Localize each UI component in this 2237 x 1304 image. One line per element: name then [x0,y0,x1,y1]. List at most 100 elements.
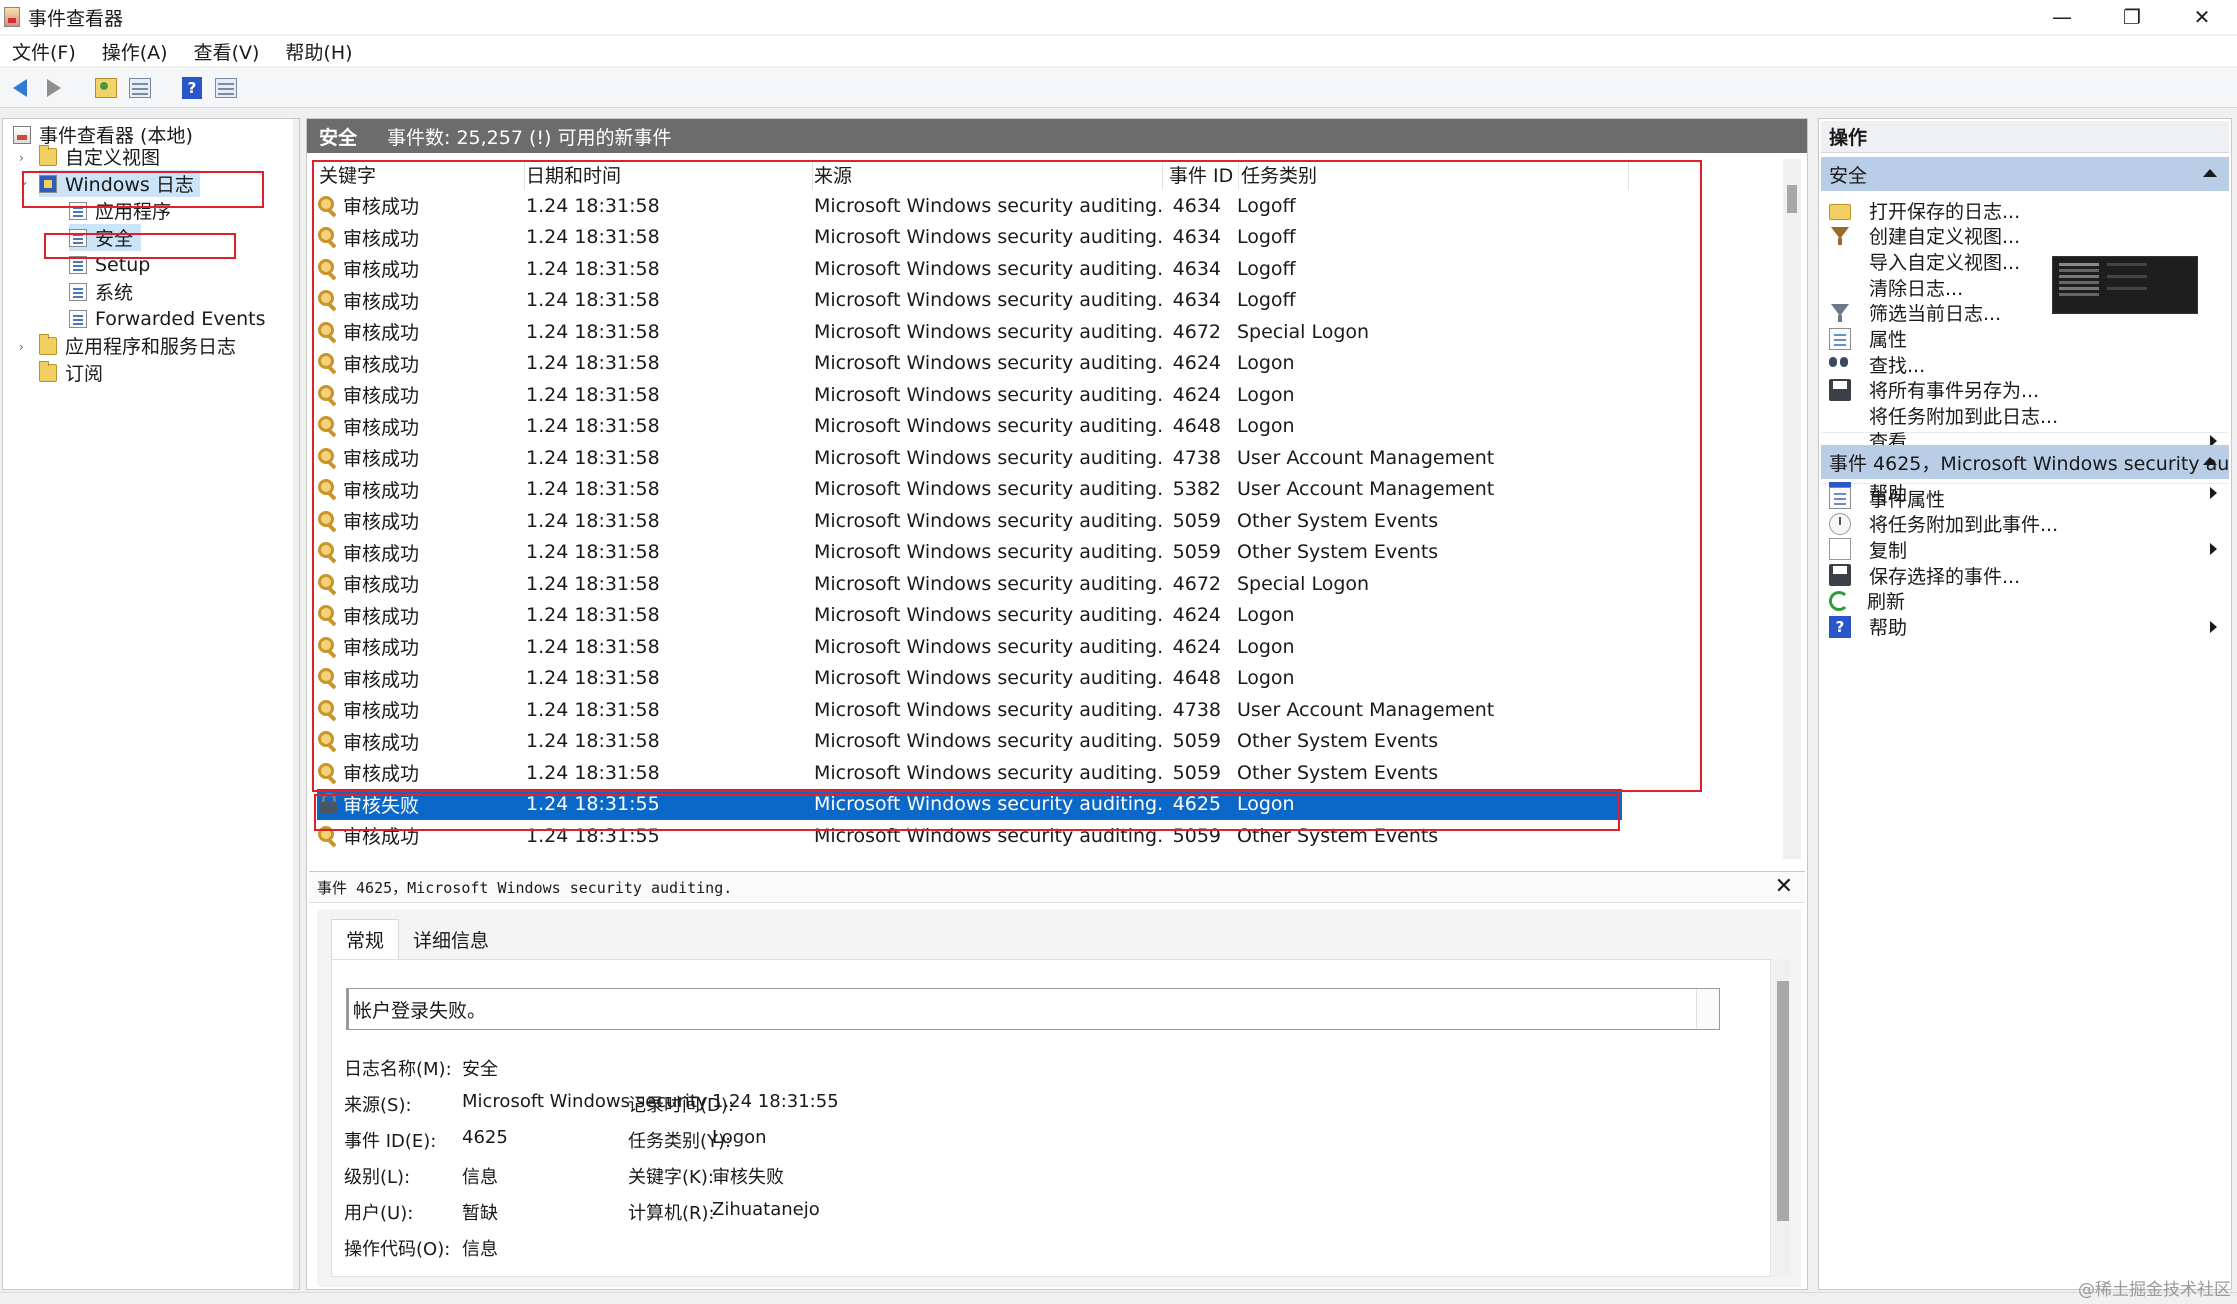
table-row[interactable]: 审核成功 1.24 18:31:58 Microsoft Windows secur… [317,663,1622,695]
table-row[interactable]: 审核成功 1.24 18:31:58 Microsoft Windows secur… [317,505,1622,537]
task-category-cell: User Account Management [1237,478,1495,501]
datetime-cell: 1.24 18:31:58 [526,352,660,375]
table-row[interactable]: 审核成功 1.24 18:31:58 Microsoft Windows secur… [317,631,1622,663]
table-row[interactable]: 审核成功 1.24 18:31:58 Microsoft Windows secur… [317,190,1622,222]
table-row[interactable]: 审核成功 1.24 18:31:58 Microsoft Windows secur… [317,285,1622,317]
keyword-text: 审核成功 [343,416,420,439]
show-hide-tree-button[interactable] [126,74,154,102]
preview-thumbnail [2052,256,2198,314]
up-folder-button[interactable] [92,74,120,102]
table-row[interactable]: 审核成功 1.24 18:31:55 Microsoft Windows secur… [317,820,1622,852]
tree-item-security[interactable]: 安全 [69,224,142,251]
expander-expanded-icon[interactable]: ⌄ [19,174,29,188]
watermark-text: @稀土掘金技术社区 [2078,1280,2231,1300]
table-row[interactable]: 审核成功 1.24 18:31:58 Microsoft Windows secur… [317,726,1622,758]
event-id-cell: 4624 [1172,383,1221,406]
column-header-datetime[interactable]: 日期和时间 [525,159,813,190]
actions-section-event[interactable]: 事件 4625，Microsoft Windows security au... [1821,445,2229,479]
column-header-keyword[interactable]: 关键字 [319,159,525,190]
minimize-button[interactable]: — [2027,0,2097,34]
task-category-cell: Logon [1237,415,1295,438]
scrollbar-thumb[interactable] [1777,981,1789,1221]
menu-view[interactable]: 查看(V) [194,38,260,65]
audit-success-key-icon [317,667,339,689]
task-category-cell: Logon [1237,667,1295,690]
tree-scrollbar[interactable] [293,119,299,1289]
show-action-pane-button[interactable] [212,74,240,102]
table-row[interactable]: 审核成功 1.24 18:31:58 Microsoft Windows secur… [317,253,1622,285]
table-row[interactable]: 审核成功 1.24 18:31:58 Microsoft Windows secur… [317,316,1622,348]
column-header-source[interactable]: 来源 [813,159,1163,190]
expander-collapsed-icon[interactable]: › [19,340,24,354]
table-row[interactable]: 审核成功 1.24 18:31:58 Microsoft Windows secur… [317,600,1622,632]
keyword-cell: 审核成功 [317,444,523,471]
log-summary-bar: 安全 事件数: 25,257 (!) 可用的新事件 [307,119,1807,153]
menu-help[interactable]: 帮助(H) [285,38,352,65]
audit-success-key-icon [317,195,339,217]
table-row[interactable]: 审核成功 1.24 18:31:58 Microsoft Windows secur… [317,757,1622,789]
close-detail-icon[interactable]: ✕ [1775,874,1793,899]
scrollbar-thumb[interactable] [1787,185,1797,213]
table-row[interactable]: 审核成功 1.24 18:31:58 Microsoft Windows secur… [317,474,1622,506]
detail-scrollbar[interactable] [1773,959,1791,1277]
table-row[interactable]: 审核成功 1.24 18:31:58 Microsoft Windows secur… [317,222,1622,254]
tree-item-forwarded-events[interactable]: Forwarded Events [69,305,266,332]
toolbar: ? [0,68,2237,108]
blank-icon [1829,276,1851,298]
column-header-event-id[interactable]: 事件 ID [1163,159,1239,190]
table-row[interactable]: 审核成功 1.24 18:31:58 Microsoft Windows secur… [317,348,1622,380]
menu-file[interactable]: 文件(F) [12,38,76,65]
collapse-section-icon[interactable] [2203,169,2217,177]
tree-item-label: 应用程序和服务日志 [65,336,237,358]
event-id-cell: 4738 [1172,698,1221,721]
table-row[interactable]: 审核成功 1.24 18:31:58 Microsoft Windows secur… [317,442,1622,474]
event-id-cell: 4672 [1172,572,1221,595]
tree-item-windows-logs[interactable]: Windows 日志 [39,170,200,197]
table-row[interactable]: 审核成功 1.24 18:31:58 Microsoft Windows secur… [317,411,1622,443]
tree-item-app-service-logs[interactable]: 应用程序和服务日志 [39,332,236,359]
toolbar-help-button[interactable]: ? [178,74,206,102]
table-row[interactable]: 审核成功 1.24 18:31:58 Microsoft Windows secur… [317,537,1622,569]
event-list-scrollbar[interactable] [1783,159,1801,859]
action-item-帮助[interactable]: ? 帮助 [1821,610,2229,644]
tab-general[interactable]: 常规 [331,919,400,959]
actions-section-security[interactable]: 安全 [1821,157,2229,191]
keyword-text: 审核成功 [343,322,420,345]
datetime-cell: 1.24 18:31:58 [526,572,660,595]
table-row[interactable]: 审核成功 1.24 18:31:58 Microsoft Windows secur… [317,568,1622,600]
source-cell: Microsoft Windows security auditing. [814,604,1164,627]
table-row[interactable]: 审核成功 1.24 18:31:58 Microsoft Windows secur… [317,379,1622,411]
event-detail-body: 常规 详细信息 帐户登录失败。 日志名称(M): 安全 来源(S): Micro… [317,909,1801,1287]
table-row[interactable]: 审核成功 1.24 18:31:58 Microsoft Windows secur… [317,694,1622,726]
tree-item-subscriptions[interactable]: 订阅 [39,359,103,386]
event-grid: 关键字 日期和时间 来源 事件 ID 任务类别 审核成功 1.24 18:31:5… [311,159,1781,859]
event-description[interactable]: 帐户登录失败。 [346,988,1720,1030]
tree-item-application[interactable]: 应用程序 [69,197,171,224]
keyword-cell: 审核成功 [317,507,523,534]
restore-button[interactable]: ❐ [2097,0,2167,34]
tree-item-system[interactable]: 系统 [69,278,133,305]
datetime-cell: 1.24 18:31:58 [526,698,660,721]
keyword-text: 审核成功 [343,448,420,471]
audit-success-key-icon [317,510,339,532]
event-viewer-icon [13,125,31,144]
event-id-cell: 4648 [1172,667,1221,690]
menu-action[interactable]: 操作(A) [102,38,168,65]
computer-value: Zihuatanejo [712,1199,820,1220]
expander-collapsed-icon[interactable]: › [19,151,24,165]
audit-success-key-icon [317,352,339,374]
close-button[interactable]: ✕ [2167,0,2237,34]
folder-icon [39,360,57,382]
tree-item-custom-views[interactable]: 自定义视图 [39,143,160,170]
tree-item-label: 安全 [95,228,134,250]
keyword-text: 审核成功 [343,731,420,754]
column-header-task-category[interactable]: 任务类别 [1239,159,1629,190]
collapse-section-icon[interactable] [2203,457,2217,465]
table-row-selected[interactable]: 审核失败 1.24 18:31:55 Microsoft Windows secur… [317,788,1622,820]
back-button[interactable] [6,74,34,102]
audit-success-key-icon [317,384,339,406]
tab-details[interactable]: 详细信息 [399,919,503,959]
audit-success-key-icon [317,604,339,626]
tree-item-setup[interactable]: Setup [69,251,150,278]
forward-button[interactable] [40,74,68,102]
